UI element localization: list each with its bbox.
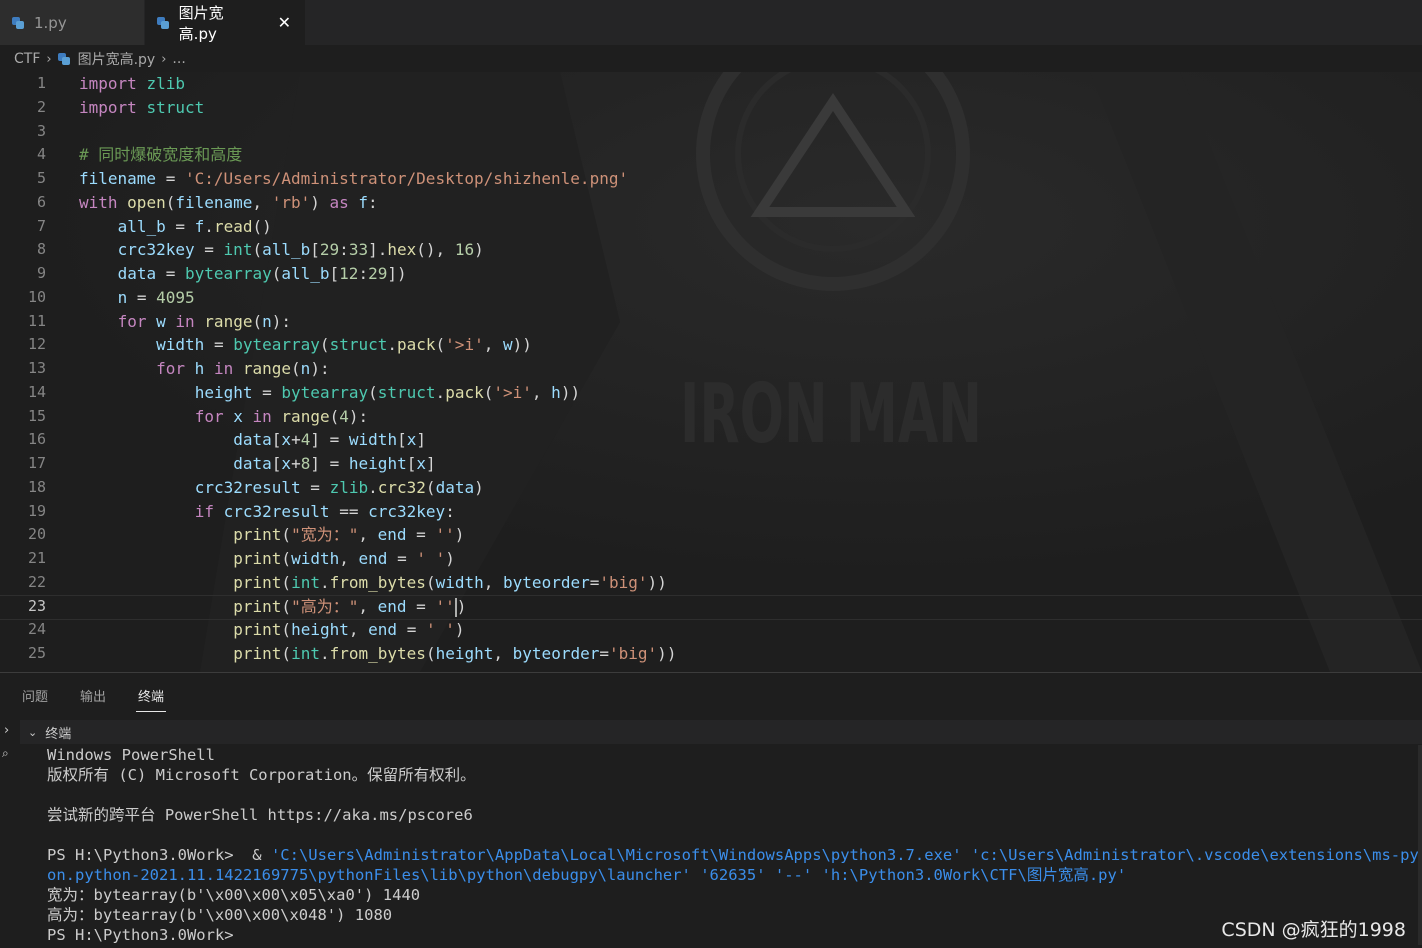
code-line[interactable]: for x in range(4): [79,405,1409,429]
tab-output[interactable]: 输出 [78,680,108,711]
terminal-title: 终端 [45,726,72,742]
line-number: 19 [27,501,46,520]
code-line[interactable]: data[x+8] = height[x] [79,452,1409,476]
code-line[interactable]: crc32key = int(all_b[29:33].hex(), 16) [79,238,1409,262]
terminal-line: Windows PowerShell [47,746,215,764]
search-icon[interactable]: ⌕ [0,742,20,764]
code-line[interactable]: import zlib [79,72,1409,96]
line-number: 9 [36,264,46,282]
line-number: 11 [27,311,46,330]
chevron-right-icon[interactable]: › [0,720,20,742]
tab-label: 1.py [34,13,67,32]
chevron-right-icon: › [46,51,52,67]
code-line[interactable]: data = bytearray(all_b[12:29]) [79,262,1409,286]
code-line[interactable]: for w in range(n): [79,310,1409,334]
line-number: 22 [27,572,46,591]
line-number-gutter: 1 2 3 4 5 6 7 8 9 10 11 12 13 14 15 16 17 18 19 20 21 22 23 24 2… [0,72,60,666]
terminal-scrollbar[interactable] [1418,745,1422,945]
line-number: 25 [27,644,46,662]
code-line[interactable]: print(height, end = ' ') [79,618,1409,642]
code-line[interactable]: filename = 'C:/Users/Administrator/Deskt… [79,167,1409,191]
python-file-icon [57,53,70,65]
code-line[interactable]: print(int.from_bytes(width, byteorder='b… [79,571,1409,595]
code-line[interactable]: # 同时爆破宽度和高度 [79,143,1409,167]
line-number: 4 [36,145,46,164]
code-line[interactable] [79,120,1409,144]
line-number: 13 [27,359,46,377]
code-editor[interactable]: IRON MAN 1 2 3 4 5 6 7 8 9 10 11 12 13 14 15 16 17 18 19 20… [0,72,1422,672]
python-file-icon [157,16,169,29]
breadcrumb-more[interactable]: ... [172,51,185,67]
panel-tab-bar: 问题 输出 终端 [0,673,1422,718]
chevron-right-icon: › [161,51,167,67]
code-line[interactable]: n = 4095 [79,286,1409,310]
chevron-down-icon[interactable]: ⌄ [28,726,37,739]
line-number: 1 [36,74,46,92]
code-line[interactable]: import struct [79,96,1409,120]
line-number: 2 [36,97,46,116]
terminal-line: PS H:\Python3.0Work> & 'C:\Users\Adminis… [47,846,1422,864]
terminal-line: PS H:\Python3.0Work> [47,926,234,944]
panel-side-icons: › ⌕ [0,720,20,764]
text-cursor [454,597,457,617]
code-line[interactable]: print("高为：", end = '') [0,594,1422,620]
terminal-line: 版权所有 (C) Microsoft Corporation。保留所有权利。 [47,766,476,784]
code-line[interactable]: print(int.from_bytes(height, byteorder='… [79,642,1409,666]
line-number: 16 [27,430,46,449]
python-file-icon [12,16,24,29]
line-number: 20 [27,525,46,544]
code-line[interactable]: for h in range(n): [79,357,1409,381]
terminal-line: on.python-2021.11.1422169775\pythonFiles… [47,866,1127,884]
code-line[interactable]: crc32result = zlib.crc32(data) [79,476,1409,500]
terminal-line: 尝试新的跨平台 PowerShell https://aka.ms/pscore… [47,806,473,824]
watermark: CSDN @疯狂的1998 [1221,919,1406,941]
line-number: 21 [27,549,46,567]
terminal-output[interactable]: Windows PowerShell 版权所有 (C) Microsoft Cor… [47,745,1422,945]
line-number: 14 [27,382,46,401]
tab-1-py[interactable]: 1.py [0,0,145,45]
breadcrumb: CTF › 图片宽高.py › ... [0,45,1422,73]
close-icon[interactable]: ✕ [278,13,291,32]
line-number: 24 [27,620,46,639]
code-line[interactable]: height = bytearray(struct.pack('>i', h)) [79,381,1409,405]
terminal-line: 宽为：bytearray(b'\x00\x00\x05\xa0') 1440 [47,886,421,904]
line-number: 6 [36,192,46,211]
line-number: 3 [36,121,46,140]
code-line[interactable]: print(width, end = ' ') [79,547,1409,571]
code-area[interactable]: import zlib import struct # 同时爆破宽度和高度 file… [0,72,1422,666]
editor-tab-bar: 1.py 图片宽高.py ✕ [0,0,1422,45]
tab-image-size-py[interactable]: 图片宽高.py ✕ [145,0,305,45]
line-number: 17 [27,454,46,472]
line-number: 7 [36,216,46,235]
code-line[interactable]: all_b = f.read() [79,215,1409,239]
code-line[interactable]: if crc32result == crc32key: [79,500,1409,524]
line-number: 10 [27,287,46,306]
line-number: 12 [27,335,46,354]
line-number: 15 [27,406,46,425]
terminal-header[interactable]: ⌄ 终端 [20,720,1422,744]
breadcrumb-file[interactable]: 图片宽高.py [78,49,156,69]
breadcrumb-folder[interactable]: CTF [14,51,40,67]
line-number: 5 [36,169,46,187]
code-line[interactable]: width = bytearray(struct.pack('>i', w)) [79,333,1409,357]
terminal-line: 高为：bytearray(b'\x00\x00\x048') 1080 [47,906,393,924]
code-line[interactable]: with open(filename, 'rb') as f: [79,191,1409,215]
code-line[interactable]: data[x+4] = width[x] [79,428,1409,452]
line-number: 18 [27,477,46,496]
bottom-panel: 问题 输出 终端 › ⌕ ⌄ 终端 Windows PowerShell 版权所有… [0,672,1422,948]
code-line[interactable]: print("宽为：", end = '') [79,523,1409,547]
tab-terminal[interactable]: 终端 [136,680,167,712]
tab-problems[interactable]: 问题 [20,680,50,711]
tab-label: 图片宽高.py [178,3,224,43]
line-number: 8 [36,240,46,259]
